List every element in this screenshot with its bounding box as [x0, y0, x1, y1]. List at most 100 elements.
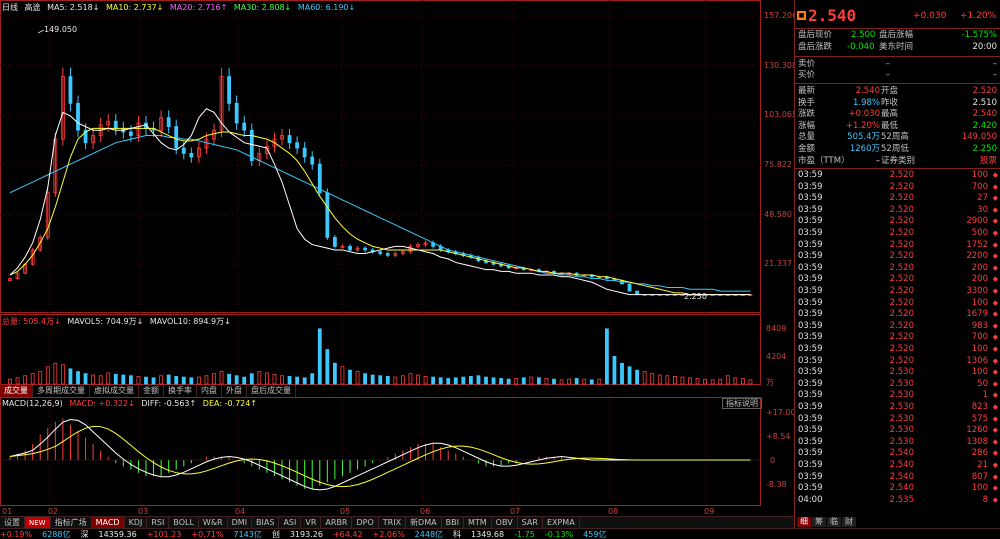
tab-asi[interactable]: ASI — [279, 517, 302, 528]
candle-body — [242, 122, 247, 131]
tick-time: 03:59 — [798, 436, 823, 447]
tab-outer[interactable]: 外盘 — [222, 385, 247, 397]
tab-amount[interactable]: 金额 — [139, 385, 164, 397]
volume-bar — [484, 376, 488, 385]
volume-bar — [650, 373, 655, 385]
stat-value: 2.540 — [972, 109, 997, 120]
volume-bar — [302, 377, 307, 385]
tab-dpo[interactable]: DPO — [352, 517, 379, 528]
tab-finance[interactable]: 财 — [842, 517, 856, 527]
volume-bar — [98, 375, 103, 385]
tab-after-hours-volume[interactable]: 盘后成交量 — [247, 385, 296, 397]
chart-canvas[interactable] — [0, 0, 794, 539]
tab-boll[interactable]: BOLL — [169, 517, 199, 528]
tick-row: 03:59 2.520 200 ◆ — [795, 274, 1000, 286]
price-tick: 157.206 — [764, 11, 798, 20]
volume-bar — [416, 374, 420, 385]
candle-body — [128, 131, 133, 136]
tab-bbi[interactable]: BBI — [442, 517, 464, 528]
tab-multi-volume[interactable]: 多周期成交量 — [33, 385, 90, 397]
tick-price: 2.520 — [889, 216, 914, 227]
tab-inner[interactable]: 内盘 — [197, 385, 222, 397]
stat-value: 2.510 — [972, 97, 997, 108]
tick-price: 2.530 — [889, 378, 914, 389]
volume-bar — [106, 372, 111, 385]
ask-label: 卖价 — [798, 59, 816, 69]
volume-bar — [612, 356, 617, 385]
candle-body — [378, 251, 383, 254]
tab-obv[interactable]: OBV — [492, 517, 518, 528]
tab-wr[interactable]: W&R — [199, 517, 228, 528]
tab-new-dma[interactable]: 新DMA — [406, 517, 442, 528]
volume-bar — [76, 371, 80, 385]
volume-bar — [45, 366, 50, 385]
tick-time: 03:59 — [798, 413, 823, 424]
volume-bar — [348, 369, 352, 385]
tab-kdj[interactable]: KDJ — [125, 517, 148, 528]
x-tick: 01 — [2, 507, 13, 516]
stat-label: 最高 — [881, 109, 899, 120]
tick-row: 03:59 2.520 100 ◆ — [795, 170, 1000, 182]
tab-virtual-volume[interactable]: 虚拟成交量 — [90, 385, 139, 397]
tick-row: 03:59 2.520 100 ◆ — [795, 344, 1000, 356]
volume-bar — [370, 374, 375, 385]
tick-price: 2.520 — [889, 286, 914, 296]
tick-time: 03:59 — [798, 204, 823, 215]
stat-value: 1.98% — [852, 97, 880, 108]
tab-near[interactable]: 临 — [827, 517, 841, 527]
x-tick: 09 — [704, 507, 715, 516]
tab-bias[interactable]: BIAS — [252, 517, 280, 528]
tick-volume: 575 — [971, 413, 988, 424]
volume-tick: 4204 — [766, 352, 787, 361]
price-tick: 130.308 — [764, 61, 798, 70]
market-badge-icon: ■ — [797, 11, 806, 20]
price-tick: 103.065 — [764, 110, 798, 119]
last-price: 2.540 — [808, 6, 857, 25]
divider — [795, 83, 1000, 84]
tick-time: 03:59 — [798, 274, 823, 285]
tab-sar[interactable]: SAR — [518, 517, 543, 528]
tab-volume[interactable]: 成交量 — [0, 385, 33, 397]
tab-detail[interactable]: 细 — [797, 517, 811, 527]
tab-dmi[interactable]: DMI — [228, 517, 253, 528]
quote-stat-row: 最新 2.540 开盘 2.520 — [795, 86, 1000, 98]
tab-trix[interactable]: TRIX — [379, 517, 407, 528]
tab-mtm[interactable]: MTM — [464, 517, 492, 528]
tab-rsi[interactable]: RSI — [147, 517, 170, 528]
tick-row: 03:59 2.520 2200 ◆ — [795, 251, 1000, 263]
tick-volume: 30 — [977, 204, 988, 215]
tick-price: 2.520 — [889, 309, 914, 320]
tick-price: 2.520 — [889, 355, 914, 366]
tab-vr[interactable]: VR — [301, 517, 322, 528]
tab-indicator-square[interactable]: 指标广场 — [51, 517, 92, 528]
buy-direction-icon: ◆ — [992, 229, 998, 237]
buy-direction-icon: ◆ — [992, 275, 998, 284]
stat-label: 金额 — [798, 144, 816, 154]
tick-price: 2.540 — [889, 471, 914, 482]
price-tick: 21.337 — [764, 259, 792, 268]
buy-direction-icon: ◆ — [992, 461, 998, 469]
volume-bar — [128, 375, 133, 385]
indicator-help-button[interactable]: 指标说明 — [722, 398, 762, 409]
tab-settings[interactable]: 设置 — [0, 517, 25, 528]
tick-price: 2.520 — [889, 204, 914, 215]
ticker-item: 1349.68 — [471, 530, 505, 539]
after-price-value: 2.500 — [851, 30, 876, 40]
volume-legend: 总量: 505.4万↓ MAVOL5: 704.9万↓ MAVOL10: 894… — [2, 316, 235, 328]
tick-time: 03:59 — [798, 228, 823, 238]
volume-bar — [506, 378, 511, 385]
tick-volume: 2900 — [966, 216, 988, 227]
x-tick: 07 — [510, 507, 521, 516]
tab-chips[interactable]: 筹 — [812, 517, 826, 527]
buy-direction-icon: ◆ — [992, 449, 998, 458]
volume-tick: 万 — [766, 378, 774, 387]
tab-expma[interactable]: EXPMA — [543, 517, 580, 528]
tick-time: 03:59 — [798, 181, 823, 192]
volume-bar — [242, 376, 247, 385]
tab-macd[interactable]: MACD — [91, 517, 125, 528]
tab-arbr[interactable]: ARBR — [321, 517, 353, 528]
stat-label: 昨收 — [881, 97, 899, 108]
buy-direction-icon: ◆ — [992, 426, 998, 435]
tab-turnover[interactable]: 换手率 — [164, 385, 197, 397]
kline-chart-area[interactable]: 日线 高途 MA5: 2.518↓ MA10: 2.737↓ MA20: 2.7… — [0, 0, 798, 539]
